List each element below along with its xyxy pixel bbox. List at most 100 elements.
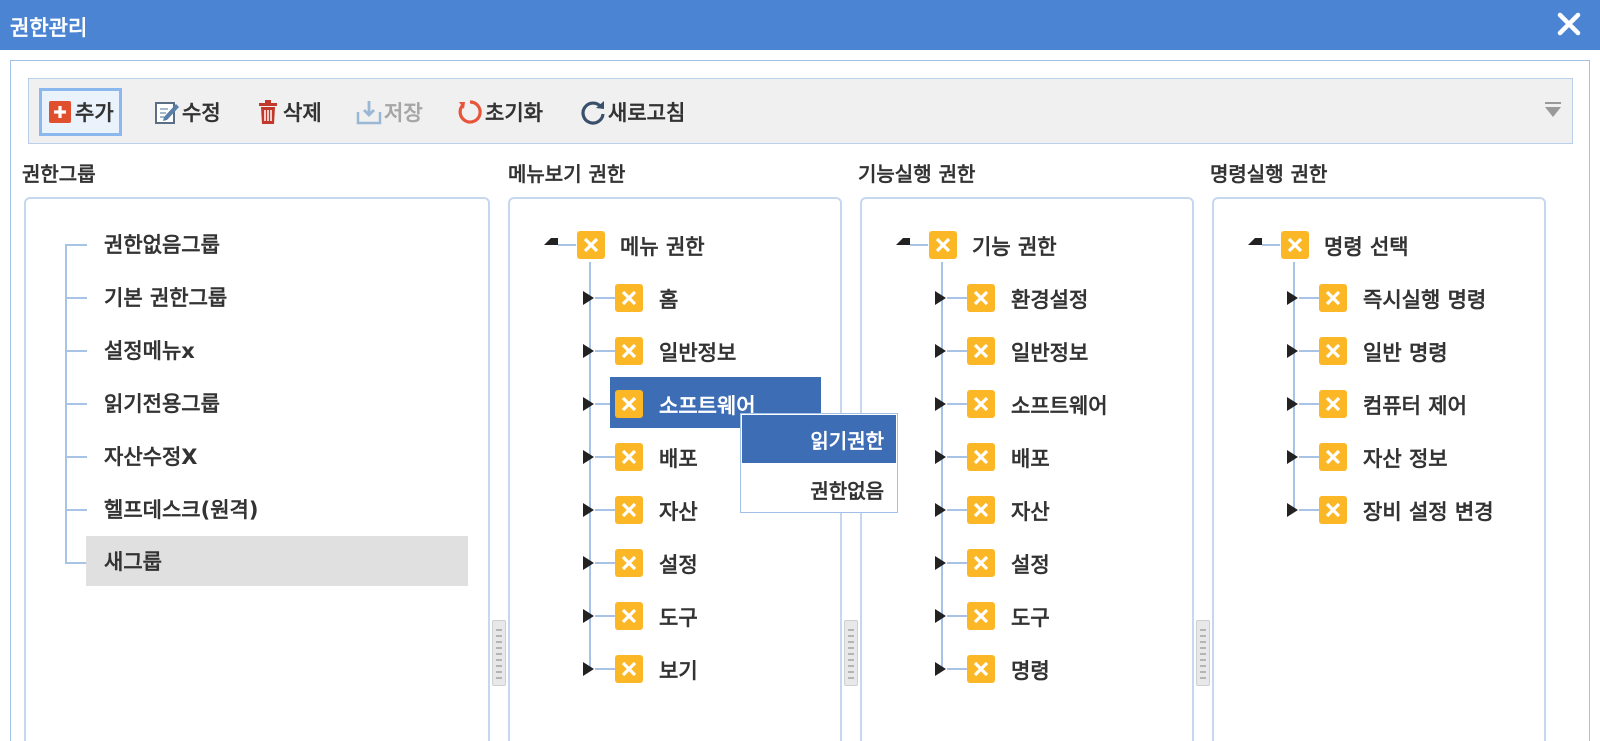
- expand-arrow-icon[interactable]: [583, 397, 594, 411]
- group-item[interactable]: 자산수정X: [86, 431, 468, 481]
- context-menu-item-read[interactable]: 읽기권한: [742, 415, 896, 463]
- group-item[interactable]: 읽기전용그룹: [86, 378, 468, 428]
- expand-arrow-icon[interactable]: [935, 397, 946, 411]
- tree-connector: [595, 350, 615, 352]
- group-item[interactable]: 설정메뉴x: [86, 325, 468, 375]
- expand-arrow-icon[interactable]: [1287, 291, 1298, 305]
- collapse-arrow-icon[interactable]: [544, 238, 558, 245]
- tree-connector: [65, 456, 87, 458]
- expand-arrow-icon[interactable]: [935, 344, 946, 358]
- x-checkbox-icon[interactable]: [967, 496, 995, 524]
- expand-arrow-icon[interactable]: [1287, 397, 1298, 411]
- tree-item-label[interactable]: 컴퓨터 제어: [1363, 390, 1467, 420]
- group-item[interactable]: 기본 권한그룹: [86, 272, 468, 322]
- tree-item-label[interactable]: 소프트웨어: [1011, 390, 1108, 420]
- tree-root-label[interactable]: 명령 선택: [1324, 231, 1409, 261]
- expand-arrow-icon[interactable]: [583, 609, 594, 623]
- panel-splitter[interactable]: [1196, 620, 1210, 686]
- collapse-arrow-icon[interactable]: [896, 238, 910, 245]
- x-checkbox-icon[interactable]: [615, 496, 643, 524]
- save-button[interactable]: 저장: [351, 88, 428, 136]
- group-item[interactable]: 권한없음그룹: [86, 219, 468, 269]
- panel-splitter[interactable]: [844, 620, 858, 686]
- x-checkbox-icon[interactable]: [615, 655, 643, 683]
- close-icon[interactable]: [1554, 9, 1584, 39]
- tree-item-label[interactable]: 보기: [659, 655, 698, 685]
- expand-arrow-icon[interactable]: [1287, 503, 1298, 517]
- tree-item-label[interactable]: 자산: [659, 496, 698, 526]
- x-checkbox-icon[interactable]: [967, 602, 995, 630]
- x-checkbox-icon[interactable]: [615, 443, 643, 471]
- reset-button[interactable]: 초기화: [452, 88, 548, 136]
- x-checkbox-icon[interactable]: [615, 284, 643, 312]
- tree-item-label[interactable]: 일반정보: [1011, 337, 1088, 367]
- expand-arrow-icon[interactable]: [583, 556, 594, 570]
- group-item-selected[interactable]: 새그룹: [86, 536, 468, 586]
- tree-item-label[interactable]: 명령: [1011, 655, 1050, 685]
- tree-item-label[interactable]: 장비 설정 변경: [1363, 496, 1494, 526]
- x-checkbox-icon[interactable]: [615, 390, 643, 418]
- tree-root-label[interactable]: 메뉴 권한: [620, 231, 705, 261]
- tree-connector: [941, 262, 943, 668]
- x-checkbox-icon[interactable]: [967, 284, 995, 312]
- expand-arrow-icon[interactable]: [935, 662, 946, 676]
- expand-arrow-icon[interactable]: [583, 344, 594, 358]
- x-checkbox-icon[interactable]: [967, 390, 995, 418]
- x-checkbox-icon[interactable]: [1319, 496, 1347, 524]
- collapse-arrow-icon[interactable]: [1248, 238, 1262, 245]
- toolbar-overflow-icon[interactable]: [1544, 101, 1562, 119]
- expand-arrow-icon[interactable]: [583, 503, 594, 517]
- x-checkbox-icon[interactable]: [967, 549, 995, 577]
- expand-arrow-icon[interactable]: [935, 503, 946, 517]
- tree-item-label[interactable]: 설정: [659, 549, 698, 579]
- tree-root-label[interactable]: 기능 권한: [972, 231, 1057, 261]
- x-checkbox-icon[interactable]: [615, 549, 643, 577]
- tree-connector: [65, 403, 87, 405]
- expand-arrow-icon[interactable]: [935, 609, 946, 623]
- x-checkbox-icon[interactable]: [967, 655, 995, 683]
- tree-item-label[interactable]: 배포: [1011, 443, 1050, 473]
- tree-item-label[interactable]: 즉시실행 명령: [1363, 284, 1486, 314]
- x-checkbox-icon[interactable]: [967, 337, 995, 365]
- x-checkbox-icon[interactable]: [615, 337, 643, 365]
- x-checkbox-icon[interactable]: [577, 231, 605, 259]
- tree-item-label[interactable]: 도구: [1011, 602, 1050, 632]
- tree-item-label[interactable]: 환경설정: [1011, 284, 1088, 314]
- tree-item-label[interactable]: 도구: [659, 602, 698, 632]
- x-checkbox-icon[interactable]: [1319, 284, 1347, 312]
- context-menu-item-none[interactable]: 권한없음: [742, 465, 896, 513]
- tree-item-label[interactable]: 자산 정보: [1363, 443, 1448, 473]
- tree-item-label[interactable]: 일반 명령: [1363, 337, 1448, 367]
- x-checkbox-icon[interactable]: [615, 602, 643, 630]
- tree-item-label[interactable]: 홈: [659, 284, 678, 314]
- add-button[interactable]: 추가: [39, 88, 122, 136]
- reset-icon: [457, 99, 483, 125]
- delete-button[interactable]: 삭제: [250, 88, 327, 136]
- tree-item-label[interactable]: 자산: [1011, 496, 1050, 526]
- expand-arrow-icon[interactable]: [1287, 344, 1298, 358]
- context-menu: 읽기권한 권한없음: [740, 413, 898, 513]
- refresh-button[interactable]: 새로고침: [575, 88, 690, 136]
- x-checkbox-icon[interactable]: [1319, 390, 1347, 418]
- edit-label: 수정: [182, 101, 221, 125]
- expand-arrow-icon[interactable]: [935, 291, 946, 305]
- tree-item-label[interactable]: 설정: [1011, 549, 1050, 579]
- group-label: 헬프데스크(원격): [104, 498, 259, 522]
- expand-arrow-icon[interactable]: [1287, 450, 1298, 464]
- x-checkbox-icon[interactable]: [1319, 337, 1347, 365]
- tree-item-label[interactable]: 일반정보: [659, 337, 736, 367]
- x-checkbox-icon[interactable]: [1319, 443, 1347, 471]
- expand-arrow-icon[interactable]: [935, 450, 946, 464]
- expand-arrow-icon[interactable]: [935, 556, 946, 570]
- tree-item-label[interactable]: 배포: [659, 443, 698, 473]
- group-label: 읽기전용그룹: [104, 392, 220, 416]
- x-checkbox-icon[interactable]: [967, 443, 995, 471]
- expand-arrow-icon[interactable]: [583, 291, 594, 305]
- expand-arrow-icon[interactable]: [583, 450, 594, 464]
- group-item[interactable]: 헬프데스크(원격): [86, 484, 468, 534]
- x-checkbox-icon[interactable]: [1281, 231, 1309, 259]
- panel-splitter[interactable]: [492, 620, 506, 686]
- x-checkbox-icon[interactable]: [929, 231, 957, 259]
- expand-arrow-icon[interactable]: [583, 662, 594, 676]
- edit-button[interactable]: 수정: [149, 88, 226, 136]
